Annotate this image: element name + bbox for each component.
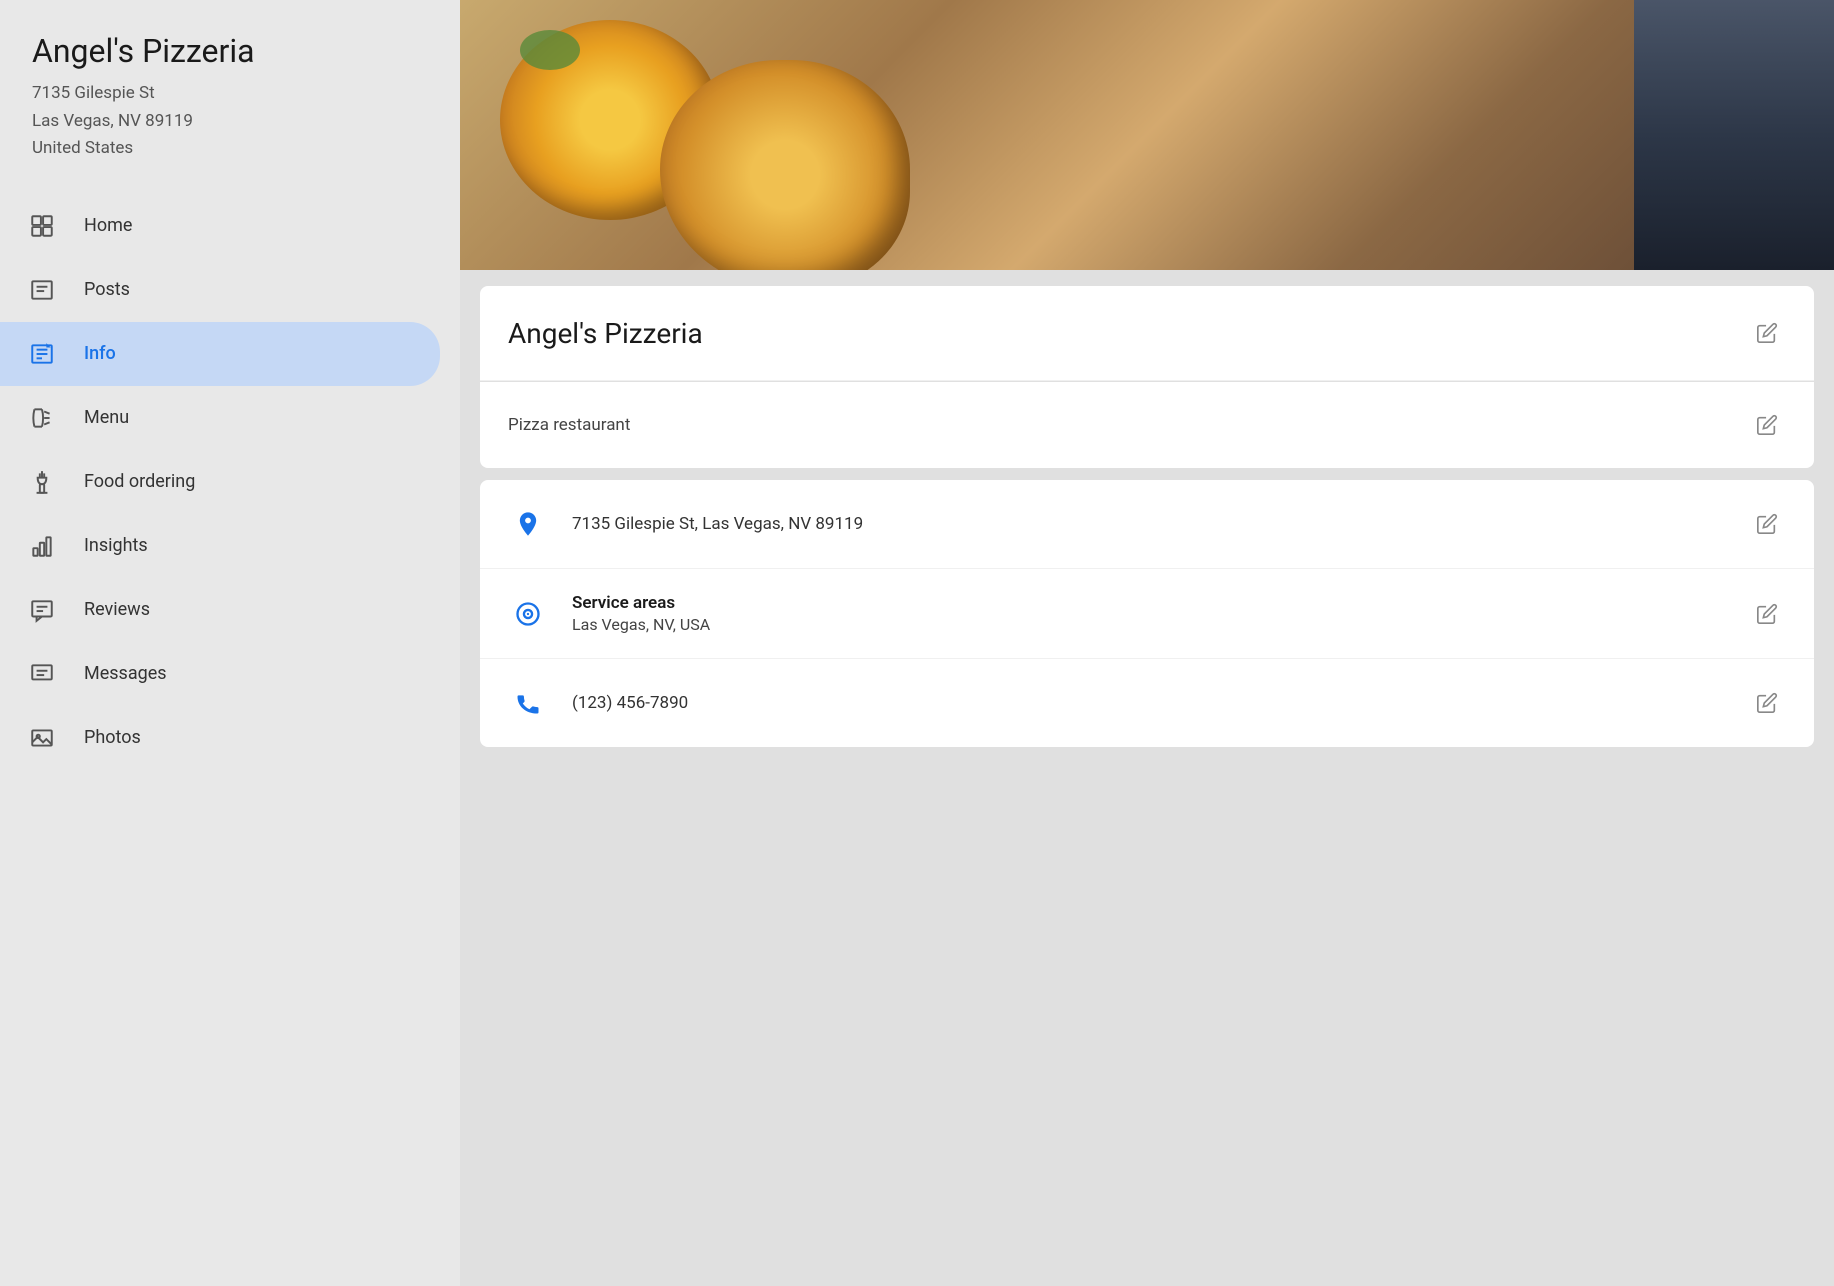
pizza-topping-decoration-1 [520,30,580,70]
business-name-text: Angel's Pizzeria [508,317,1748,350]
sidebar-item-menu-label: Menu [84,407,129,428]
reviews-icon [28,596,56,624]
menu-icon [28,404,56,432]
sidebar-address: 7135 Gilespie St Las Vegas, NV 89119 Uni… [32,80,428,162]
hero-image [460,0,1834,270]
phone-content: (123) 456-7890 [572,693,1748,713]
business-name-content: Angel's Pizzeria [508,317,1748,350]
location-icon [508,504,548,544]
service-areas-label: Service areas [572,593,1748,613]
contact-info-card: 7135 Gilespie St, Las Vegas, NV 89119 [480,480,1814,747]
sidebar-item-reviews-label: Reviews [84,599,150,620]
photos-icon [28,724,56,752]
insights-icon [28,532,56,560]
sidebar-item-posts[interactable]: Posts [0,258,440,322]
sidebar-item-info-label: Info [84,343,116,364]
business-name-row: Angel's Pizzeria [480,286,1814,381]
business-name-card: Angel's Pizzeria Pizza restaurant [480,286,1814,468]
phone-edit-button[interactable] [1748,684,1786,722]
business-category-text: Pizza restaurant [508,415,1748,435]
sidebar-item-reviews[interactable]: Reviews [0,578,440,642]
home-icon [28,212,56,240]
sidebar-address-line3: United States [32,135,428,162]
business-name-edit-button[interactable] [1748,314,1786,352]
messages-icon [28,660,56,688]
service-areas-icon [508,594,548,634]
sidebar-item-insights[interactable]: Insights [0,514,440,578]
service-areas-edit-button[interactable] [1748,595,1786,633]
info-cards-container: Angel's Pizzeria Pizza restaurant [460,270,1834,763]
sidebar-item-insights-label: Insights [84,535,148,556]
sidebar-item-home-label: Home [84,215,132,236]
sidebar-item-food-ordering-label: Food ordering [84,471,195,492]
main-content: Angel's Pizzeria Pizza restaurant [460,0,1834,1286]
hero-image-right [1634,0,1834,270]
sidebar: Angel's Pizzeria 7135 Gilespie St Las Ve… [0,0,460,1286]
sidebar-header: Angel's Pizzeria 7135 Gilespie St Las Ve… [0,32,460,194]
phone-row: (123) 456-7890 [480,659,1814,747]
sidebar-item-posts-label: Posts [84,279,130,300]
posts-icon [28,276,56,304]
sidebar-item-photos-label: Photos [84,727,141,748]
sidebar-business-name: Angel's Pizzeria [32,32,428,70]
business-category-content: Pizza restaurant [508,415,1748,435]
sidebar-item-food-ordering[interactable]: Food ordering [0,450,440,514]
sidebar-item-photos[interactable]: Photos [0,706,440,770]
sidebar-item-messages[interactable]: Messages [0,642,440,706]
address-text: 7135 Gilespie St, Las Vegas, NV 89119 [572,514,1748,534]
sidebar-item-menu[interactable]: Menu [0,386,440,450]
sidebar-address-line2: Las Vegas, NV 89119 [32,108,428,135]
sidebar-nav: Home Posts [0,194,460,770]
sidebar-item-messages-label: Messages [84,663,167,684]
address-edit-button[interactable] [1748,505,1786,543]
sidebar-item-home[interactable]: Home [0,194,440,258]
food-ordering-icon [28,468,56,496]
pizza-topping-decoration-2 [700,80,750,115]
phone-icon [508,683,548,723]
phone-text: (123) 456-7890 [572,693,1748,713]
sidebar-item-info[interactable]: Info [0,322,440,386]
address-row: 7135 Gilespie St, Las Vegas, NV 89119 [480,480,1814,569]
service-areas-value: Las Vegas, NV, USA [572,615,1748,634]
business-category-row: Pizza restaurant [480,381,1814,468]
business-category-edit-button[interactable] [1748,406,1786,444]
service-areas-content: Service areas Las Vegas, NV, USA [572,593,1748,634]
service-areas-row: Service areas Las Vegas, NV, USA [480,569,1814,659]
address-content: 7135 Gilespie St, Las Vegas, NV 89119 [572,514,1748,534]
info-icon [28,340,56,368]
sidebar-address-line1: 7135 Gilespie St [32,80,428,107]
